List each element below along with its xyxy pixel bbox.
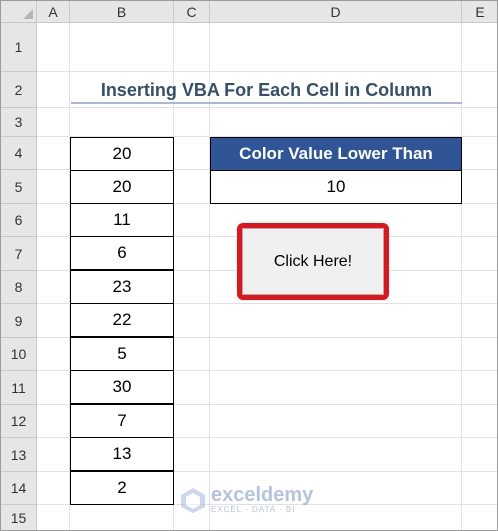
row-header-14[interactable]: 14 <box>1 472 37 505</box>
row-header-13[interactable]: 13 <box>1 438 37 472</box>
row-header-7[interactable]: 7 <box>1 237 37 271</box>
spreadsheet: A B C D E 1 2 3 4 5 6 7 8 9 10 11 12 13 … <box>0 0 498 531</box>
exceldemy-watermark: exceldemy EXCEL · DATA · BI <box>179 485 313 514</box>
criteria-header-cell[interactable]: Color Value Lower Than <box>210 137 462 171</box>
column-header-d[interactable]: D <box>210 1 462 23</box>
button-highlight-frame: Click Here! <box>237 223 389 300</box>
row-header-3[interactable]: 3 <box>1 108 37 137</box>
select-all-corner[interactable] <box>1 1 37 23</box>
row-header-15[interactable]: 15 <box>1 505 37 530</box>
row-header-10[interactable]: 10 <box>1 338 37 371</box>
column-header-c[interactable]: C <box>174 1 210 23</box>
cell-b11[interactable]: 30 <box>70 370 174 404</box>
select-all-triangle-icon <box>23 9 33 19</box>
cell-b10[interactable]: 5 <box>70 337 174 371</box>
column-header-b[interactable]: B <box>70 1 174 23</box>
cell-b13[interactable]: 13 <box>70 437 174 471</box>
cell-b4[interactable]: 20 <box>70 137 174 171</box>
title-underline <box>71 102 462 104</box>
watermark-tagline: EXCEL · DATA · BI <box>211 505 296 514</box>
cell-b9[interactable]: 22 <box>70 303 174 337</box>
row-header-11[interactable]: 11 <box>1 371 37 405</box>
row-header-8[interactable]: 8 <box>1 271 37 304</box>
row-header-6[interactable]: 6 <box>1 204 37 237</box>
cell-b12[interactable]: 7 <box>70 404 174 438</box>
cell-b14[interactable]: 2 <box>70 471 174 505</box>
column-header-e[interactable]: E <box>462 1 497 23</box>
cell-b8[interactable]: 23 <box>70 270 174 304</box>
row-header-12[interactable]: 12 <box>1 405 37 438</box>
row-header-5[interactable]: 5 <box>1 170 37 204</box>
watermark-name: exceldemy <box>211 484 314 506</box>
exceldemy-logo-icon <box>181 487 205 513</box>
cell-b6[interactable]: 11 <box>70 203 174 237</box>
click-here-button[interactable]: Click Here! <box>242 228 384 295</box>
cell-b7[interactable]: 6 <box>70 236 174 270</box>
cell-b5[interactable]: 20 <box>70 170 174 204</box>
row-header-2[interactable]: 2 <box>1 72 37 108</box>
row-header-9[interactable]: 9 <box>1 304 37 338</box>
criteria-value-cell[interactable]: 10 <box>210 170 462 204</box>
row-header-4[interactable]: 4 <box>1 137 37 170</box>
column-header-a[interactable]: A <box>37 1 70 23</box>
row-header-1[interactable]: 1 <box>1 23 37 72</box>
